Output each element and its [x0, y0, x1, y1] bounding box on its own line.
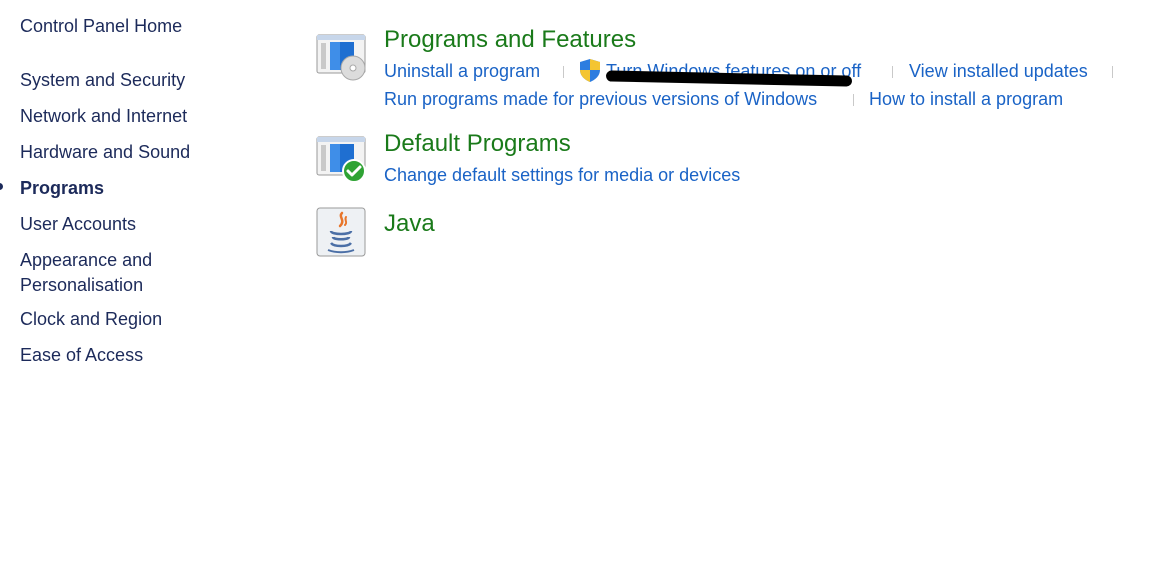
active-item-bullet	[0, 183, 3, 190]
sidebar-item-network-internet[interactable]: Network and Internet	[20, 104, 260, 129]
java-icon[interactable]	[316, 207, 366, 257]
how-to-install-link[interactable]: How to install a program	[869, 89, 1063, 110]
sidebar-item-hardware-sound[interactable]: Hardware and Sound	[20, 140, 260, 165]
separator	[563, 66, 564, 78]
programs-features-title[interactable]: Programs and Features	[384, 26, 636, 54]
programs-features-icon[interactable]	[316, 32, 366, 82]
sidebar-item-ease-of-access[interactable]: Ease of Access	[20, 343, 260, 368]
uninstall-program-link[interactable]: Uninstall a program	[384, 61, 540, 82]
control-panel-home-link[interactable]: Control Panel Home	[20, 16, 182, 37]
separator	[853, 94, 854, 106]
uac-shield-icon	[578, 58, 602, 83]
separator	[892, 66, 893, 78]
change-default-settings-link[interactable]: Change default settings for media or dev…	[384, 165, 740, 186]
sidebar-item-user-accounts[interactable]: User Accounts	[20, 212, 260, 237]
sidebar: Control Panel Home System and Security N…	[0, 0, 280, 585]
default-programs-icon[interactable]	[316, 134, 366, 184]
view-installed-updates-link[interactable]: View installed updates	[909, 61, 1088, 82]
run-older-programs-link[interactable]: Run programs made for previous versions …	[384, 89, 817, 110]
sidebar-item-clock-region[interactable]: Clock and Region	[20, 307, 260, 332]
java-title[interactable]: Java	[384, 210, 435, 238]
default-programs-title[interactable]: Default Programs	[384, 130, 571, 158]
sidebar-item-programs[interactable]: Programs	[20, 176, 260, 201]
separator	[1112, 66, 1113, 78]
control-panel-programs: Control Panel Home System and Security N…	[0, 0, 1167, 585]
sidebar-item-appearance-personalisation[interactable]: Appearance and Personalisation	[20, 248, 200, 298]
sidebar-item-system-security[interactable]: System and Security	[20, 68, 260, 93]
